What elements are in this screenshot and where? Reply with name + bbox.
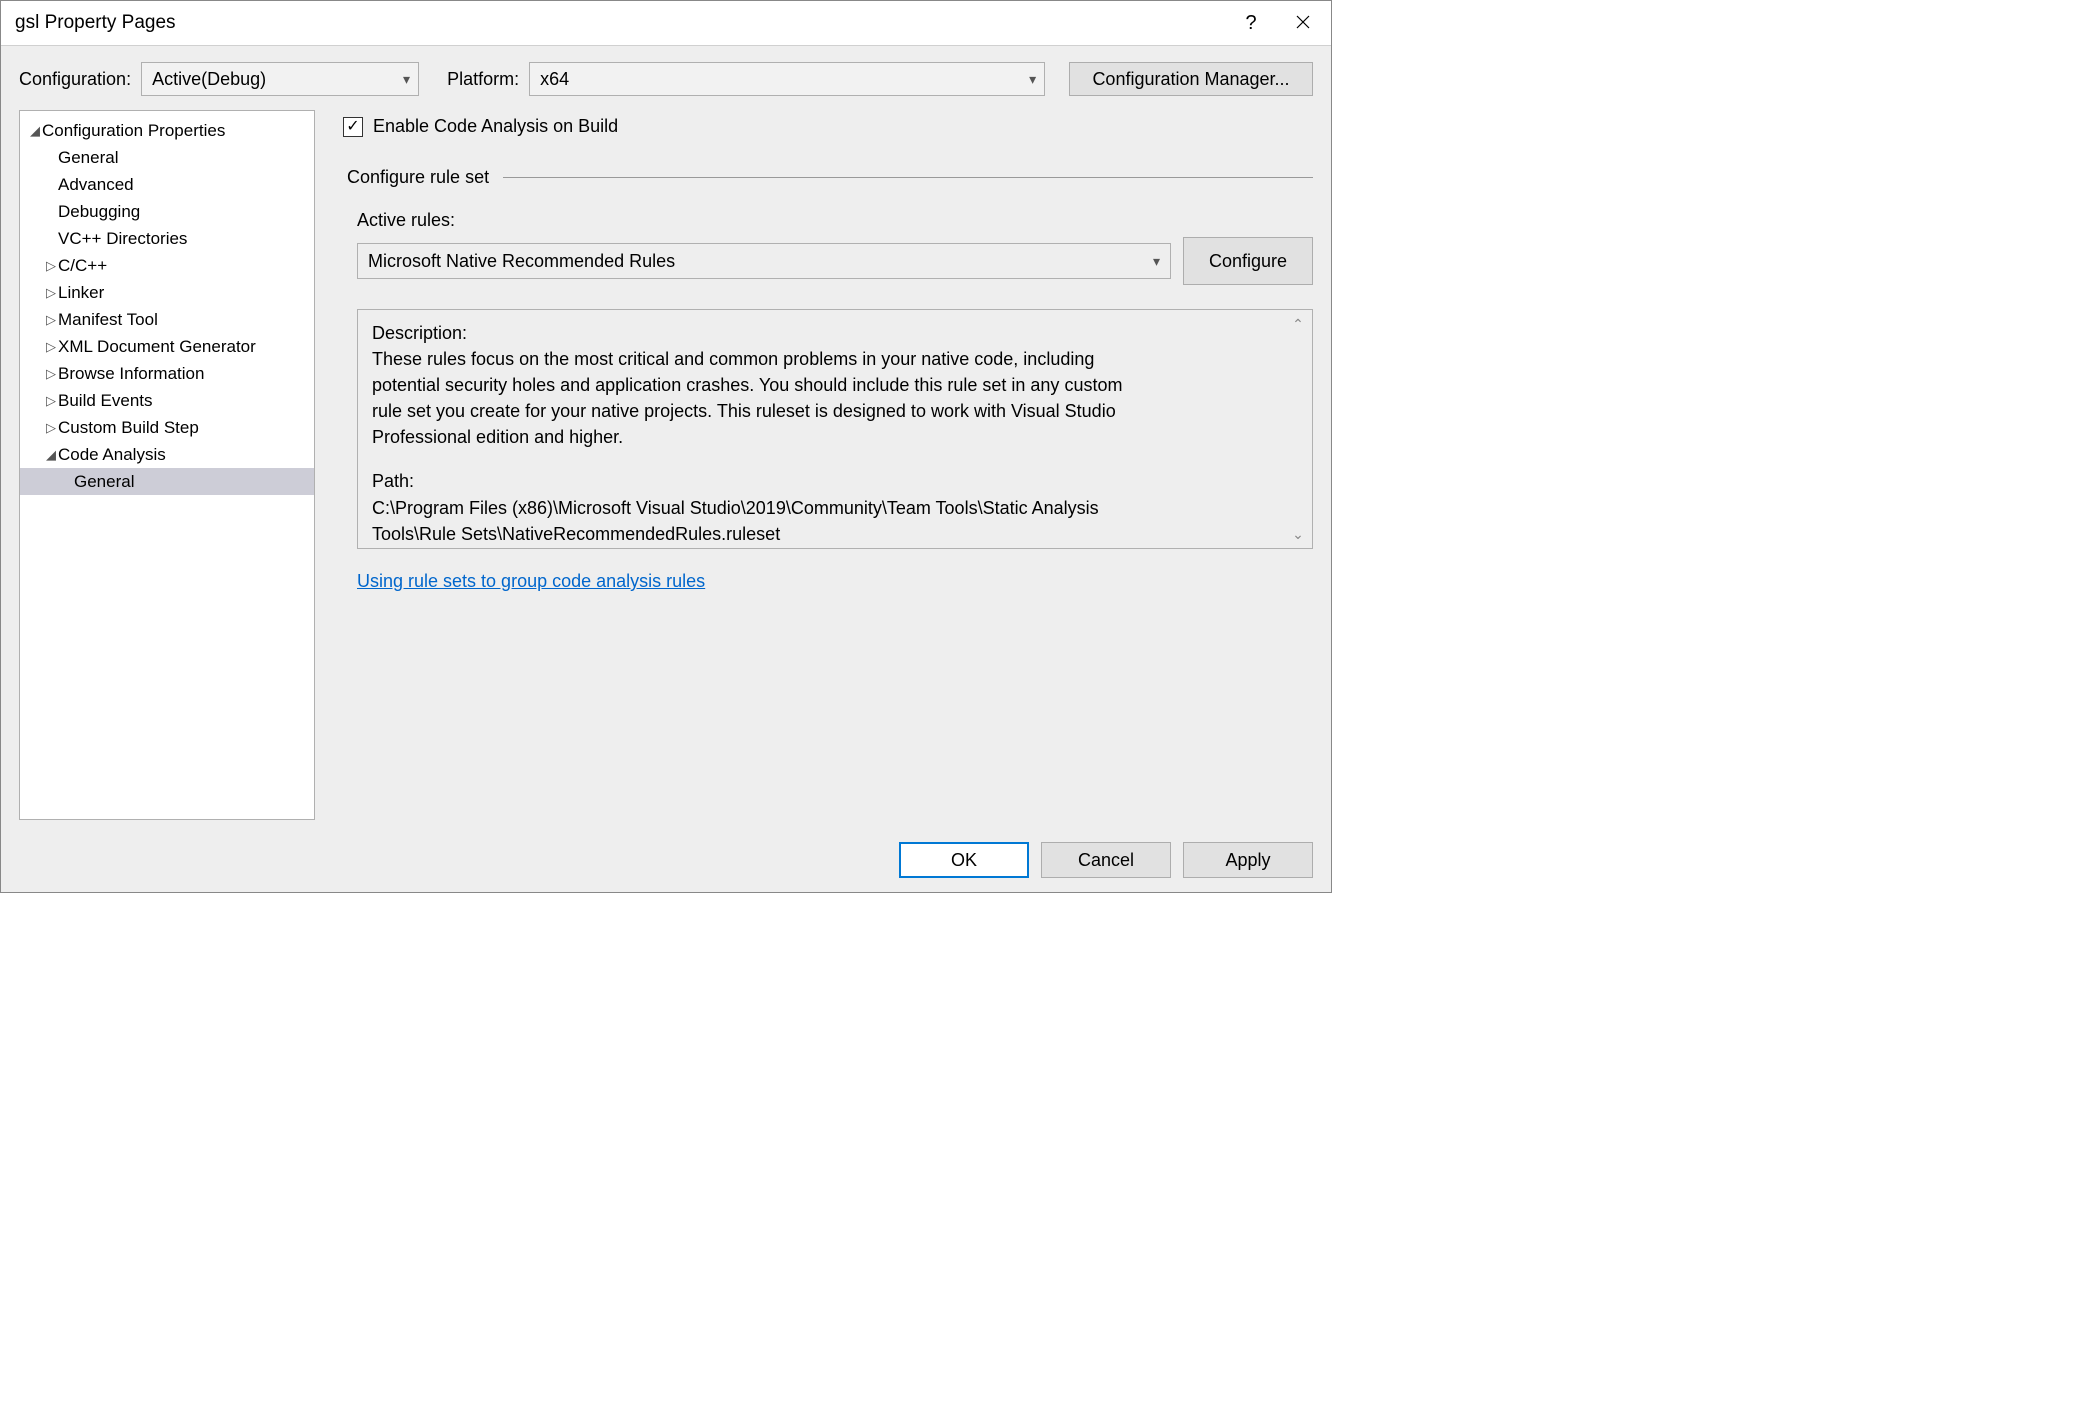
configuration-value: Active(Debug): [152, 69, 266, 90]
expand-icon: ▷: [44, 366, 58, 382]
configuration-label: Configuration:: [19, 69, 131, 90]
expand-icon: ▷: [44, 312, 58, 328]
titlebar: gsl Property Pages ?: [1, 1, 1331, 45]
ok-button[interactable]: OK: [899, 842, 1029, 878]
tree-root-config-properties[interactable]: ◢ Configuration Properties: [20, 117, 314, 144]
tree-item-general[interactable]: General: [20, 144, 314, 171]
expand-icon: ▷: [44, 339, 58, 355]
tree-item-code-analysis-general[interactable]: General: [20, 468, 314, 495]
tree-item-advanced[interactable]: Advanced: [20, 171, 314, 198]
active-rules-label: Active rules:: [357, 210, 1313, 231]
divider: [503, 177, 1313, 178]
property-pages-dialog: gsl Property Pages ? Configuration: Acti…: [0, 0, 1332, 893]
tree-item-debugging[interactable]: Debugging: [20, 198, 314, 225]
chevron-down-icon: ▾: [1153, 253, 1160, 270]
enable-code-analysis-label: Enable Code Analysis on Build: [373, 116, 618, 137]
configuration-dropdown[interactable]: Active(Debug) ▾: [141, 62, 419, 96]
collapse-icon: ◢: [28, 123, 42, 139]
apply-button[interactable]: Apply: [1183, 842, 1313, 878]
tree-item-vcpp-directories[interactable]: VC++ Directories: [20, 225, 314, 252]
close-icon: [1296, 12, 1310, 35]
close-button[interactable]: [1277, 1, 1329, 45]
rule-set-description-box: ⌃ ⌄ Description: These rules focus on th…: [357, 309, 1313, 549]
property-page-content: ✓ Enable Code Analysis on Build Configur…: [339, 110, 1313, 830]
help-icon: ?: [1245, 12, 1256, 35]
platform-value: x64: [540, 69, 569, 90]
configuration-manager-button[interactable]: Configuration Manager...: [1069, 62, 1313, 96]
collapse-icon: ◢: [44, 447, 58, 463]
property-tree[interactable]: ◢ Configuration Properties General Advan…: [19, 110, 315, 820]
window-title: gsl Property Pages: [15, 12, 176, 34]
group-configure-rule-set: Configure rule set: [339, 167, 1313, 188]
active-rules-dropdown[interactable]: Microsoft Native Recommended Rules ▾: [357, 243, 1171, 279]
platform-dropdown[interactable]: x64 ▾: [529, 62, 1045, 96]
cancel-button[interactable]: Cancel: [1041, 842, 1171, 878]
tree-item-xml-docgen[interactable]: ▷XML Document Generator: [20, 333, 314, 360]
platform-label: Platform:: [447, 69, 519, 90]
chevron-down-icon: ▾: [403, 71, 410, 88]
configure-button[interactable]: Configure: [1183, 237, 1313, 285]
dialog-footer: OK Cancel Apply: [19, 830, 1313, 878]
tree-item-code-analysis[interactable]: ◢Code Analysis: [20, 441, 314, 468]
tree-item-browse-info[interactable]: ▷Browse Information: [20, 360, 314, 387]
rule-sets-help-link[interactable]: Using rule sets to group code analysis r…: [339, 571, 1313, 592]
active-rules-value: Microsoft Native Recommended Rules: [368, 251, 675, 272]
help-button[interactable]: ?: [1225, 1, 1277, 45]
client-area: Configuration: Active(Debug) ▾ Platform:…: [1, 45, 1331, 892]
check-icon: ✓: [346, 119, 359, 135]
path-heading: Path:: [372, 468, 1298, 494]
enable-code-analysis-checkbox[interactable]: ✓: [343, 117, 363, 137]
expand-icon: ▷: [44, 258, 58, 274]
chevron-down-icon: ▾: [1029, 71, 1036, 88]
path-body: C:\Program Files (x86)\Microsoft Visual …: [372, 495, 1132, 547]
tree-item-ccpp[interactable]: ▷C/C++: [20, 252, 314, 279]
tree-item-custom-build-step[interactable]: ▷Custom Build Step: [20, 414, 314, 441]
expand-icon: ▷: [44, 420, 58, 436]
expand-icon: ▷: [44, 393, 58, 409]
config-toolbar: Configuration: Active(Debug) ▾ Platform:…: [19, 62, 1313, 96]
expand-icon: ▷: [44, 285, 58, 301]
description-body: These rules focus on the most critical a…: [372, 346, 1132, 450]
description-heading: Description:: [372, 320, 1298, 346]
tree-item-linker[interactable]: ▷Linker: [20, 279, 314, 306]
scroll-up-icon[interactable]: ⌃: [1290, 314, 1306, 334]
tree-item-build-events[interactable]: ▷Build Events: [20, 387, 314, 414]
scroll-down-icon[interactable]: ⌄: [1290, 524, 1306, 544]
tree-item-manifest-tool[interactable]: ▷Manifest Tool: [20, 306, 314, 333]
